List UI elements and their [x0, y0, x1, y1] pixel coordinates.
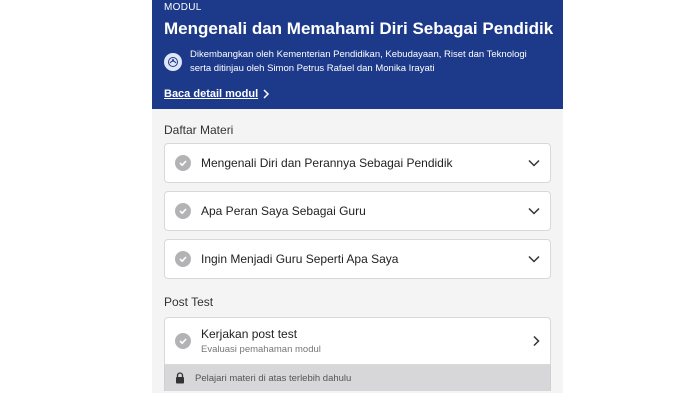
- read-module-detail-link[interactable]: Baca detail modul: [164, 88, 270, 100]
- check-circle-icon: [175, 333, 191, 349]
- module-panel: MODUL Mengenali dan Memahami Diri Sebaga…: [152, 0, 563, 393]
- module-eyebrow: MODUL: [164, 2, 202, 13]
- material-item-label: Ingin Menjadi Guru Seperti Apa Saya: [201, 252, 399, 266]
- check-circle-icon: [175, 203, 191, 219]
- check-circle-icon: [175, 251, 191, 267]
- chevron-down-icon[interactable]: [528, 207, 540, 215]
- chevron-down-icon[interactable]: [528, 255, 540, 263]
- developer-text: Dikembangkan oleh Kementerian Pendidikan…: [190, 48, 527, 76]
- post-test-text: Kerjakan post test Evaluasi pemahaman mo…: [201, 327, 532, 356]
- module-header: MODUL Mengenali dan Memahami Diri Sebaga…: [152, 0, 563, 109]
- lock-icon: [175, 372, 185, 384]
- post-test-subtitle: Evaluasi pemahaman modul: [201, 343, 321, 355]
- locked-notice-text: Pelajari materi di atas terlebih dahulu: [195, 372, 352, 384]
- check-circle-icon: [175, 155, 191, 171]
- material-item[interactable]: Apa Peran Saya Sebagai Guru: [164, 191, 551, 231]
- post-test-card[interactable]: Kerjakan post test Evaluasi pemahaman mo…: [164, 317, 551, 365]
- post-test-title: Kerjakan post test: [201, 326, 298, 341]
- chevron-right-icon[interactable]: [532, 335, 540, 347]
- post-test-section-title: Post Test: [164, 295, 214, 309]
- material-item[interactable]: Mengenali Diri dan Perannya Sebagai Pend…: [164, 143, 551, 183]
- post-test-locked-notice: Pelajari materi di atas terlebih dahulu: [164, 365, 551, 391]
- material-item[interactable]: Ingin Menjadi Guru Seperti Apa Saya: [164, 239, 551, 279]
- module-title: Mengenali dan Memahami Diri Sebagai Pend…: [164, 19, 554, 38]
- chevron-down-icon[interactable]: [528, 159, 540, 167]
- developer-line-2: serta ditinjau oleh Simon Petrus Rafael …: [190, 63, 435, 74]
- material-item-label: Apa Peran Saya Sebagai Guru: [201, 204, 366, 218]
- material-item-label: Mengenali Diri dan Perannya Sebagai Pend…: [201, 156, 453, 170]
- developer-info: Dikembangkan oleh Kementerian Pendidikan…: [164, 48, 551, 76]
- read-module-detail-label: Baca detail modul: [164, 88, 259, 100]
- developer-line-1: Dikembangkan oleh Kementerian Pendidikan…: [190, 49, 527, 60]
- ministry-logo-icon: [164, 53, 182, 71]
- materials-section-title: Daftar Materi: [164, 123, 234, 137]
- chevron-right-icon: [263, 89, 270, 99]
